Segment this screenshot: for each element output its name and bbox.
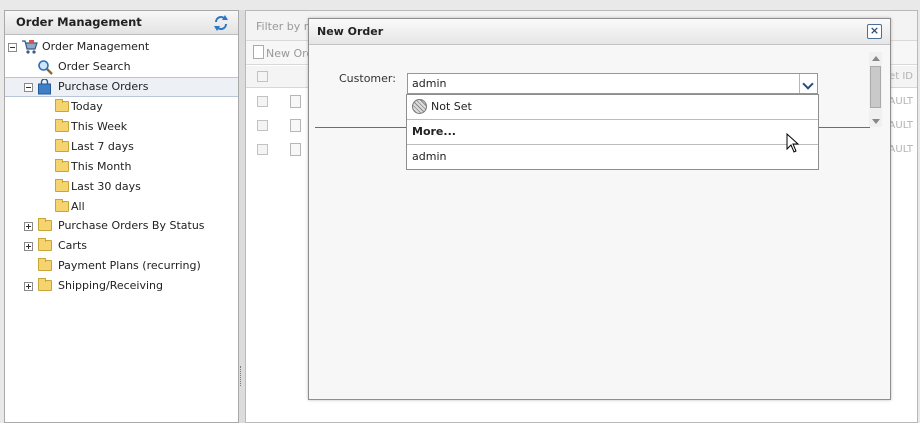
tree-item-purchase-orders-by-status[interactable]: Purchase Orders By Status xyxy=(5,216,238,236)
expand-toggle[interactable] xyxy=(24,282,33,291)
tree-item-this-week[interactable]: This Week xyxy=(5,117,238,137)
expand-toggle[interactable] xyxy=(24,222,33,231)
tree-item-label: Shipping/Receiving xyxy=(58,279,163,292)
customer-combobox[interactable]: admin xyxy=(407,73,818,94)
folder-icon xyxy=(55,159,69,172)
tree-item-label: This Week xyxy=(71,120,128,133)
new-order-button[interactable]: New Ord xyxy=(266,47,313,60)
folder-icon xyxy=(55,139,69,152)
not-set-icon xyxy=(412,99,427,114)
tree-item-label: Order Management xyxy=(42,40,150,53)
customer-dropdown-list: Not Set More... admin xyxy=(406,94,819,170)
tree-item-payment-plans[interactable]: Payment Plans (recurring) xyxy=(5,256,238,276)
tree-item-today[interactable]: Today xyxy=(5,97,238,117)
tree-item-last-30-days[interactable]: Last 30 days xyxy=(5,177,238,197)
tree-item-all[interactable]: All xyxy=(5,197,238,217)
splitter-grip[interactable] xyxy=(240,366,243,386)
dropdown-item-label: admin xyxy=(412,150,447,163)
new-order-dialog: New Order × Customer: admin xyxy=(308,18,891,400)
cell-partial: AULT xyxy=(888,96,913,107)
scroll-up-icon[interactable] xyxy=(872,56,880,61)
dropdown-item-not-set[interactable]: Not Set xyxy=(407,95,818,120)
tree-item-label: Purchase Orders xyxy=(58,80,149,93)
folder-icon xyxy=(55,179,69,192)
tree-item-order-search[interactable]: Order Search xyxy=(5,57,238,77)
folder-icon xyxy=(38,238,52,251)
folder-icon xyxy=(55,119,69,132)
tree-item-order-management[interactable]: Order Management xyxy=(5,37,238,57)
tree-item-label: Payment Plans (recurring) xyxy=(58,259,201,272)
tree-item-label: Today xyxy=(71,100,103,113)
cell-partial: AULT xyxy=(888,144,913,155)
order-management-panel: Order Management Order Management Order … xyxy=(4,10,239,423)
tree-item-label: Last 30 days xyxy=(71,180,141,193)
dropdown-item-more[interactable]: More... xyxy=(407,120,818,145)
mouse-pointer-icon xyxy=(786,133,800,153)
folder-icon xyxy=(55,199,69,212)
filter-input[interactable]: Filter by n xyxy=(256,20,311,33)
tree-item-label: Last 7 days xyxy=(71,140,134,153)
column-header-partial: et ID xyxy=(889,71,913,82)
dialog-scrollbar[interactable] xyxy=(869,52,882,127)
dialog-title: New Order xyxy=(317,25,384,38)
chevron-down-icon[interactable] xyxy=(799,74,817,93)
folder-icon xyxy=(38,218,52,231)
tree-item-last-7-days[interactable]: Last 7 days xyxy=(5,137,238,157)
row-checkbox[interactable] xyxy=(257,120,268,131)
new-document-icon xyxy=(253,45,264,59)
panel-header: Order Management xyxy=(5,11,238,35)
document-icon xyxy=(290,143,301,156)
folder-icon xyxy=(55,99,69,112)
tree-item-label: Purchase Orders By Status xyxy=(58,219,205,232)
dropdown-item-admin[interactable]: admin xyxy=(407,145,818,170)
dropdown-item-label: Not Set xyxy=(431,100,472,113)
document-icon xyxy=(290,119,301,132)
bag-icon xyxy=(38,79,51,95)
collapse-toggle[interactable] xyxy=(24,83,33,92)
customer-label: Customer: xyxy=(339,72,396,85)
tree-item-label: Order Search xyxy=(58,60,131,73)
customer-value[interactable]: admin xyxy=(412,77,446,90)
panel-title: Order Management xyxy=(16,15,142,29)
cell-partial: AULT xyxy=(888,120,913,131)
row-checkbox[interactable] xyxy=(257,144,268,155)
cart-icon xyxy=(22,40,38,54)
folder-icon xyxy=(38,258,52,271)
select-all-checkbox[interactable] xyxy=(257,71,268,82)
tree-item-carts[interactable]: Carts xyxy=(5,236,238,256)
collapse-toggle[interactable] xyxy=(8,43,17,52)
magnifier-icon xyxy=(38,60,53,75)
scroll-thumb[interactable] xyxy=(870,66,881,108)
tree-item-shipping-receiving[interactable]: Shipping/Receiving xyxy=(5,276,238,296)
tree-item-label: Carts xyxy=(58,239,87,252)
expand-toggle[interactable] xyxy=(24,242,33,251)
dialog-titlebar[interactable]: New Order × xyxy=(309,19,890,45)
tree-item-label: This Month xyxy=(71,160,132,173)
dropdown-item-label: More... xyxy=(412,125,456,138)
folder-icon xyxy=(38,278,52,291)
scroll-down-icon[interactable] xyxy=(872,119,880,124)
tree-item-this-month[interactable]: This Month xyxy=(5,157,238,177)
refresh-icon[interactable] xyxy=(212,14,230,32)
close-icon[interactable]: × xyxy=(867,24,882,39)
row-checkbox[interactable] xyxy=(257,96,268,107)
document-icon xyxy=(290,95,301,108)
tree-item-purchase-orders[interactable]: Purchase Orders xyxy=(5,77,238,97)
tree-item-label: All xyxy=(71,200,85,213)
